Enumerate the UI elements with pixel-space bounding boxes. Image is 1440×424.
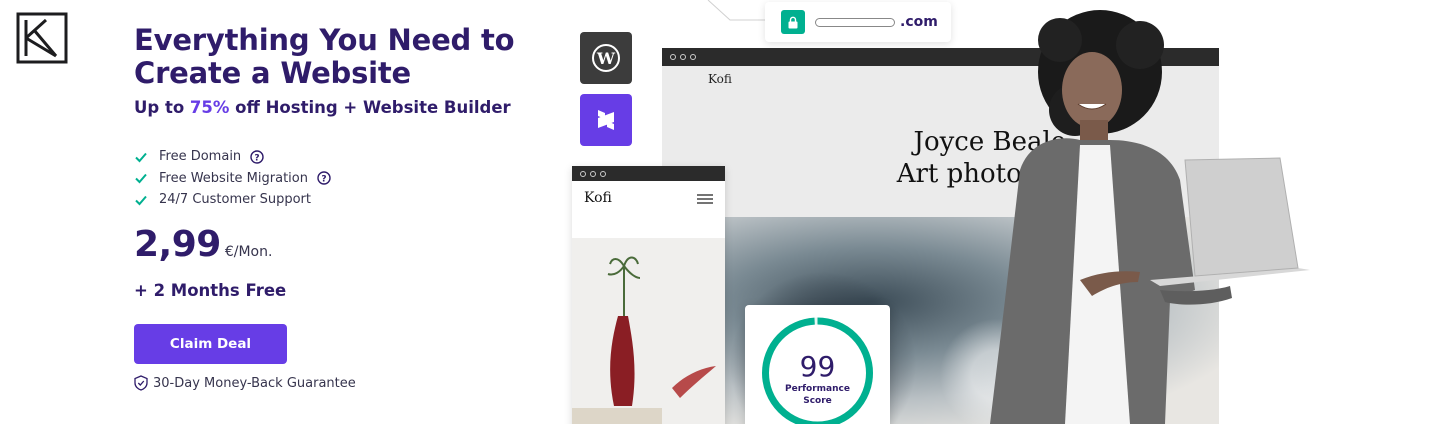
mobile-site-brand: Kofi (584, 190, 612, 206)
hero-title-line1: Everything You Need to (134, 23, 515, 57)
connector-line (707, 0, 768, 21)
hero-section: Everything You Need to Create a Website … (134, 24, 564, 118)
desktop-site-brand: Kofi (708, 72, 732, 86)
feature-item: Free Domain ? (134, 146, 331, 168)
help-icon[interactable]: ? (250, 150, 264, 164)
mobile-window-bar (572, 166, 725, 181)
feature-label: 24/7 Customer Support (159, 192, 311, 208)
score-label-line2: Score (803, 396, 832, 406)
domain-tld: .com (900, 14, 938, 30)
feature-item: 24/7 Customer Support (134, 189, 331, 211)
score-value: 99 (799, 350, 836, 383)
feature-list: Free Domain ? Free Website Migration ? 2… (134, 146, 331, 211)
help-icon[interactable]: ? (317, 171, 331, 185)
menu-icon (697, 194, 713, 204)
discount-percent: 75% (189, 98, 230, 117)
svg-text:?: ? (255, 153, 260, 163)
price-period: €/Mon. (224, 244, 273, 260)
website-builder-icon (580, 94, 632, 146)
check-icon (135, 174, 147, 184)
money-back-guarantee: 30-Day Money-Back Guarantee (134, 375, 356, 391)
subtitle-prefix: Up to (134, 98, 190, 117)
feature-item: Free Website Migration ? (134, 168, 331, 190)
hero-illustration: .com W Kofi Joyce Beale, Art photograpl … (560, 0, 1440, 424)
hero-title-line2: Create a Website (134, 56, 412, 90)
feature-label: Free Domain (159, 149, 242, 165)
person-with-laptop-photo (990, 10, 1310, 424)
performance-score-card: 99 Performance Score (745, 305, 890, 424)
wordpress-icon: W (580, 32, 632, 84)
subtitle-suffix: off Hosting + Website Builder (229, 98, 511, 117)
shield-icon (134, 375, 148, 391)
check-icon (135, 152, 147, 163)
mobile-preview: Kofi (572, 166, 725, 424)
hero-title: Everything You Need to Create a Website (134, 24, 564, 90)
check-icon (135, 195, 147, 206)
brand-logo-icon[interactable] (16, 12, 68, 64)
claim-deal-button[interactable]: Claim Deal (134, 324, 287, 364)
svg-text:?: ? (321, 175, 326, 185)
bonus-text: + 2 Months Free (134, 281, 287, 300)
guarantee-label: 30-Day Money-Back Guarantee (153, 375, 356, 391)
vase-photo (572, 238, 725, 424)
svg-text:W: W (596, 49, 616, 68)
score-label-line1: Performance (785, 384, 850, 394)
price-value: 2,99 (134, 224, 221, 265)
domain-input-placeholder (815, 17, 895, 27)
feature-label: Free Website Migration (159, 170, 308, 186)
score-label: Performance Score (745, 383, 890, 407)
hero-subtitle: Up to 75% off Hosting + Website Builder (134, 98, 564, 117)
lock-icon (781, 10, 805, 34)
price-block: 2,99 €/Mon. (134, 224, 272, 265)
domain-bar: .com (765, 2, 951, 42)
